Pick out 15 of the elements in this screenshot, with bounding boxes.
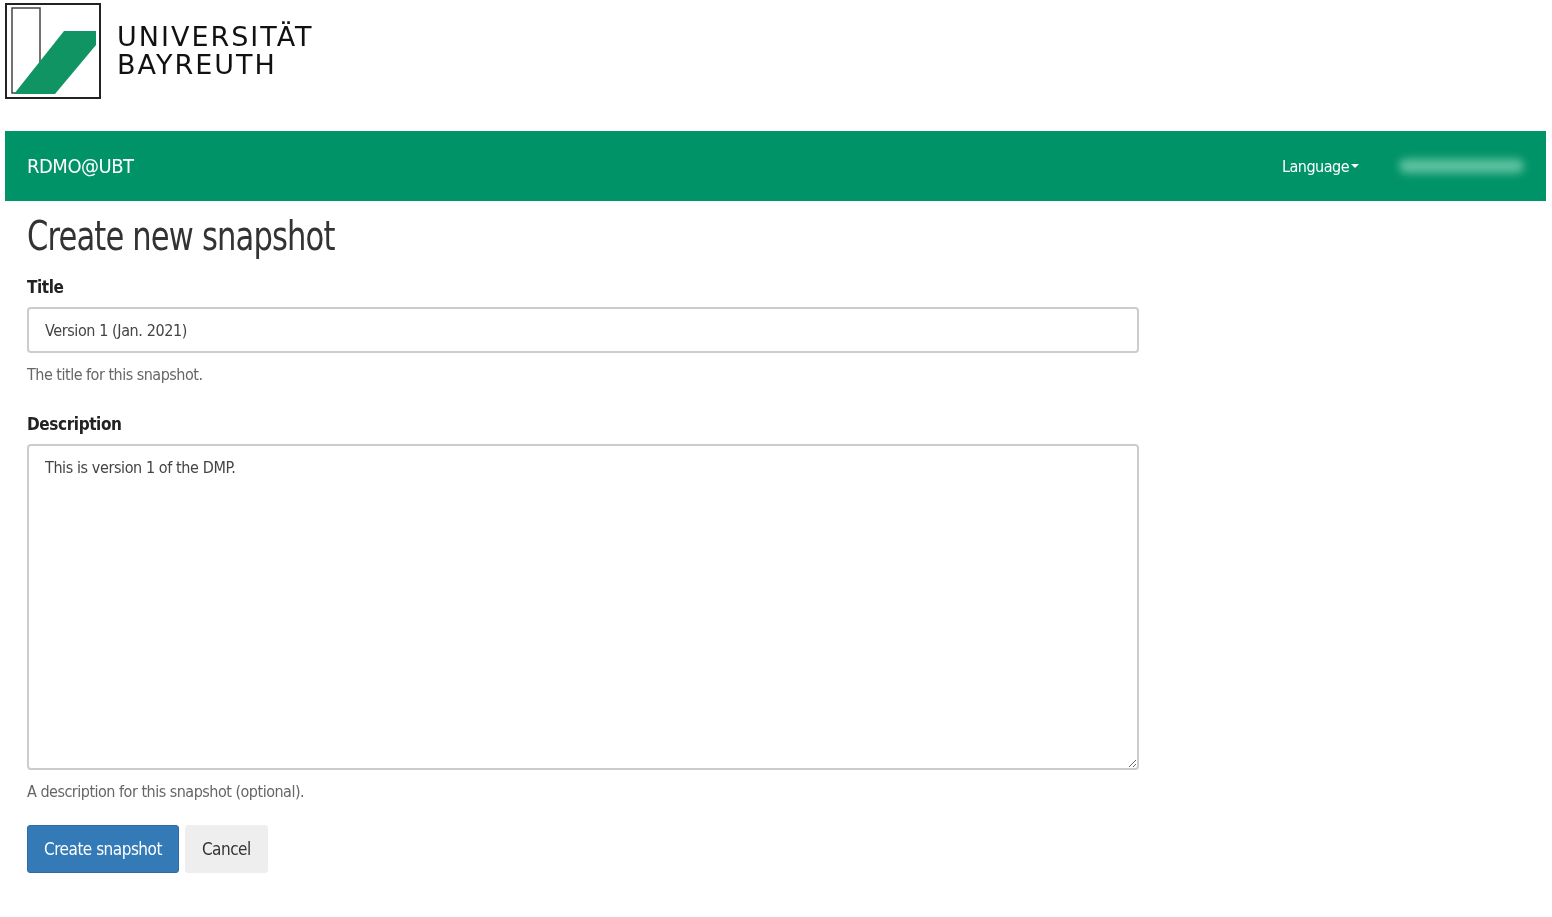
title-field[interactable]: Version 1 (Jan. 2021) — [27, 307, 1139, 353]
university-name: UNIVERSITÄT BAYREUTH — [117, 23, 314, 79]
help-text: The title for this snapshot. — [27, 365, 204, 384]
description-field[interactable]: This is version 1 of the DMP. — [27, 444, 1139, 770]
brand-link[interactable]: RDMO@UBT — [27, 154, 134, 178]
create-button[interactable]: Create snapshot — [27, 825, 179, 873]
page-heading: Create new snapshot — [27, 213, 336, 259]
field-label: Description — [27, 414, 123, 434]
university-logo-icon — [5, 3, 101, 99]
help-text: A description for this snapshot (optional). — [27, 782, 306, 801]
caret-icon — [1351, 164, 1359, 168]
blurred-user-menu[interactable] — [1399, 159, 1524, 173]
language-menu[interactable]: Language — [1281, 156, 1359, 176]
field-label: Title — [27, 277, 65, 297]
cancel-button[interactable]: Cancel — [184, 825, 268, 873]
